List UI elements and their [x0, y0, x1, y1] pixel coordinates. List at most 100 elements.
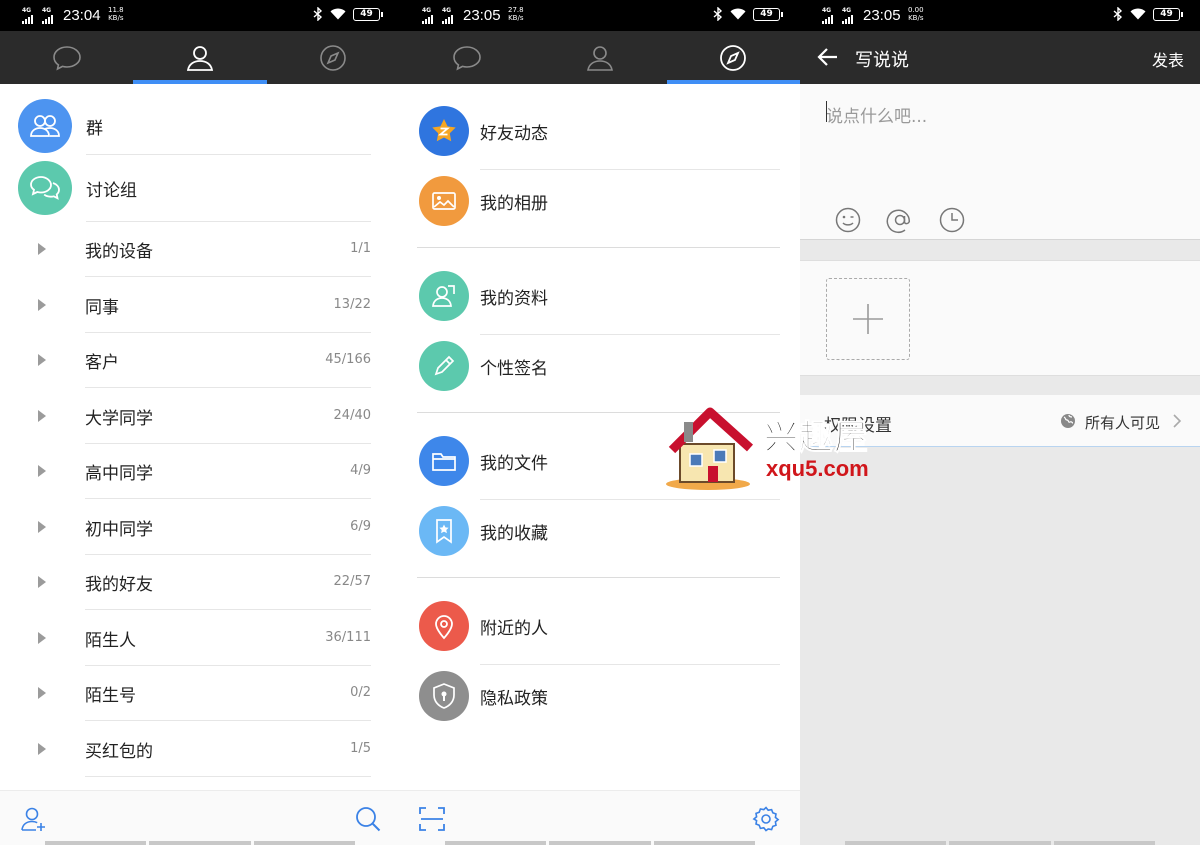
expand-arrow-icon: [38, 742, 46, 755]
chat-bubble-icon: [452, 45, 481, 70]
publish-button[interactable]: 发表: [1152, 47, 1184, 71]
friend-group-row[interactable]: 客户 45/166: [0, 333, 400, 388]
profile-card-icon: [432, 285, 455, 307]
contacts-icon: [587, 45, 613, 71]
menu-icon-circle: [419, 671, 469, 721]
nav-gesture-strip: [800, 841, 1200, 845]
page-title: 写说说: [855, 50, 909, 71]
group-label: 群: [86, 118, 103, 139]
plus-icon: [853, 304, 883, 334]
compose-header: 写说说 发表: [800, 31, 1200, 84]
signal-2: 4G: [442, 7, 453, 24]
tab-contacts[interactable]: [133, 31, 267, 84]
menu-item-profile[interactable]: 我的资料: [419, 268, 780, 335]
speed-unit: KB/s: [108, 14, 124, 22]
search-icon[interactable]: [354, 805, 382, 833]
friend-group-name: 买红包的: [85, 741, 153, 762]
network-type: 4G: [42, 7, 52, 14]
friend-group-row[interactable]: 同事 13/22: [0, 278, 400, 333]
friend-group-row[interactable]: 我的设备 1/1: [0, 222, 400, 277]
network-type: 4G: [22, 7, 32, 14]
net-speed: 27.8 KB/s: [508, 6, 524, 22]
expand-arrow-icon: [38, 687, 46, 699]
tab-messages[interactable]: [0, 31, 133, 84]
watermark-text-cn: 兴趣屋: [764, 418, 869, 459]
emoji-icon[interactable]: [834, 206, 862, 234]
tab-discover[interactable]: [666, 31, 800, 84]
top-tab-bar: [0, 31, 400, 84]
bottom-toolbar: [0, 790, 400, 845]
friend-group-name: 我的设备: [85, 242, 153, 262]
network-type: 4G: [442, 7, 452, 14]
scan-qr-icon[interactable]: [418, 805, 446, 833]
group-label: 讨论组: [86, 180, 137, 201]
friend-group-row[interactable]: 陌生人 36/111: [0, 611, 400, 666]
post-input-placeholder[interactable]: 说点什么吧...: [826, 102, 927, 127]
chat-bubbles-icon: [30, 176, 60, 200]
friend-group-name: 我的好友: [85, 575, 153, 595]
friend-group-name: 同事: [85, 297, 119, 318]
friend-group-row[interactable]: 买红包的 1/5: [0, 722, 400, 777]
clock-schedule-icon[interactable]: [938, 206, 966, 234]
menu-label: 我的相册: [480, 193, 548, 214]
folder-icon: [432, 453, 456, 471]
menu-label: 好友动态: [480, 123, 548, 144]
menu-item-favorites[interactable]: 我的收藏: [419, 503, 780, 559]
menu-icon-circle: [419, 271, 469, 321]
contacts-screen: 4G 4G 23:04 11.8 KB/s 49 群 讨论组 我的设备 1/1 …: [0, 0, 400, 845]
menu-item-privacy[interactable]: 隐私政策: [419, 668, 780, 724]
menu-item-friend-feed[interactable]: 好友动态: [419, 103, 780, 170]
network-type: 4G: [422, 7, 432, 14]
menu-label: 个性签名: [480, 358, 548, 379]
menu-label: 我的文件: [480, 453, 548, 474]
post-editor[interactable]: 说点什么吧...: [800, 84, 1200, 240]
people-group-icon: [30, 115, 60, 137]
menu-item-nearby[interactable]: 附近的人: [419, 598, 780, 665]
clock: 23:04: [63, 7, 101, 24]
tab-messages[interactable]: [400, 31, 533, 84]
watermark-text-en: xqu5.com: [766, 456, 869, 481]
status-bar: 4G 4G 23:04 11.8 KB/s 49: [0, 0, 400, 31]
menu-icon-circle: [419, 506, 469, 556]
chevron-right-icon: [1173, 414, 1182, 428]
expand-arrow-icon: [38, 298, 46, 311]
friend-group-count: 0/2: [350, 685, 371, 700]
bluetooth-icon: [713, 7, 723, 21]
tab-contacts[interactable]: [533, 31, 666, 84]
group-item-qun[interactable]: 群: [18, 96, 378, 156]
friend-group-row[interactable]: 我的好友 22/57: [0, 555, 400, 610]
friend-group-name: 大学同学: [85, 408, 153, 429]
battery-icon: 49: [353, 7, 383, 21]
friend-group-name: 陌生人: [85, 630, 136, 651]
group-item-discussion[interactable]: 讨论组: [18, 158, 378, 218]
friend-group-count: 6/9: [350, 518, 371, 534]
compass-icon: [320, 44, 347, 71]
menu-label: 我的收藏: [480, 523, 548, 544]
divider: [85, 775, 371, 777]
wifi-icon: [1130, 8, 1146, 20]
menu-item-signature[interactable]: 个性签名: [419, 338, 780, 394]
signal-1: 4G: [22, 7, 33, 24]
menu-item-album[interactable]: 我的相册: [419, 173, 780, 229]
menu-icon-circle: [419, 436, 469, 486]
friend-group-count: 45/166: [325, 352, 371, 367]
contacts-icon: [186, 45, 214, 71]
speed-unit: KB/s: [908, 14, 924, 22]
top-tab-bar: [400, 31, 800, 84]
signal-1: 4G: [822, 7, 833, 24]
shield-keyhole-icon: [433, 683, 455, 709]
settings-gear-icon[interactable]: [752, 805, 780, 833]
add-photo-button[interactable]: [826, 278, 910, 360]
add-friend-icon[interactable]: [20, 805, 48, 833]
friend-group-row[interactable]: 高中同学 4/9: [0, 444, 400, 499]
back-arrow-icon[interactable]: [816, 45, 840, 69]
chat-bubble-icon: [52, 45, 81, 70]
watermark-logo: 兴趣屋 xqu5.com: [664, 404, 894, 496]
friend-group-row[interactable]: 陌生号 0/2: [0, 666, 400, 721]
tab-discover[interactable]: [267, 31, 400, 84]
friend-group-row[interactable]: 初中同学 6/9: [0, 500, 400, 555]
friend-group-name: 客户: [85, 353, 119, 373]
wifi-icon: [730, 8, 746, 20]
mention-at-icon[interactable]: [886, 206, 914, 234]
friend-group-row[interactable]: 大学同学 24/40: [0, 389, 400, 444]
